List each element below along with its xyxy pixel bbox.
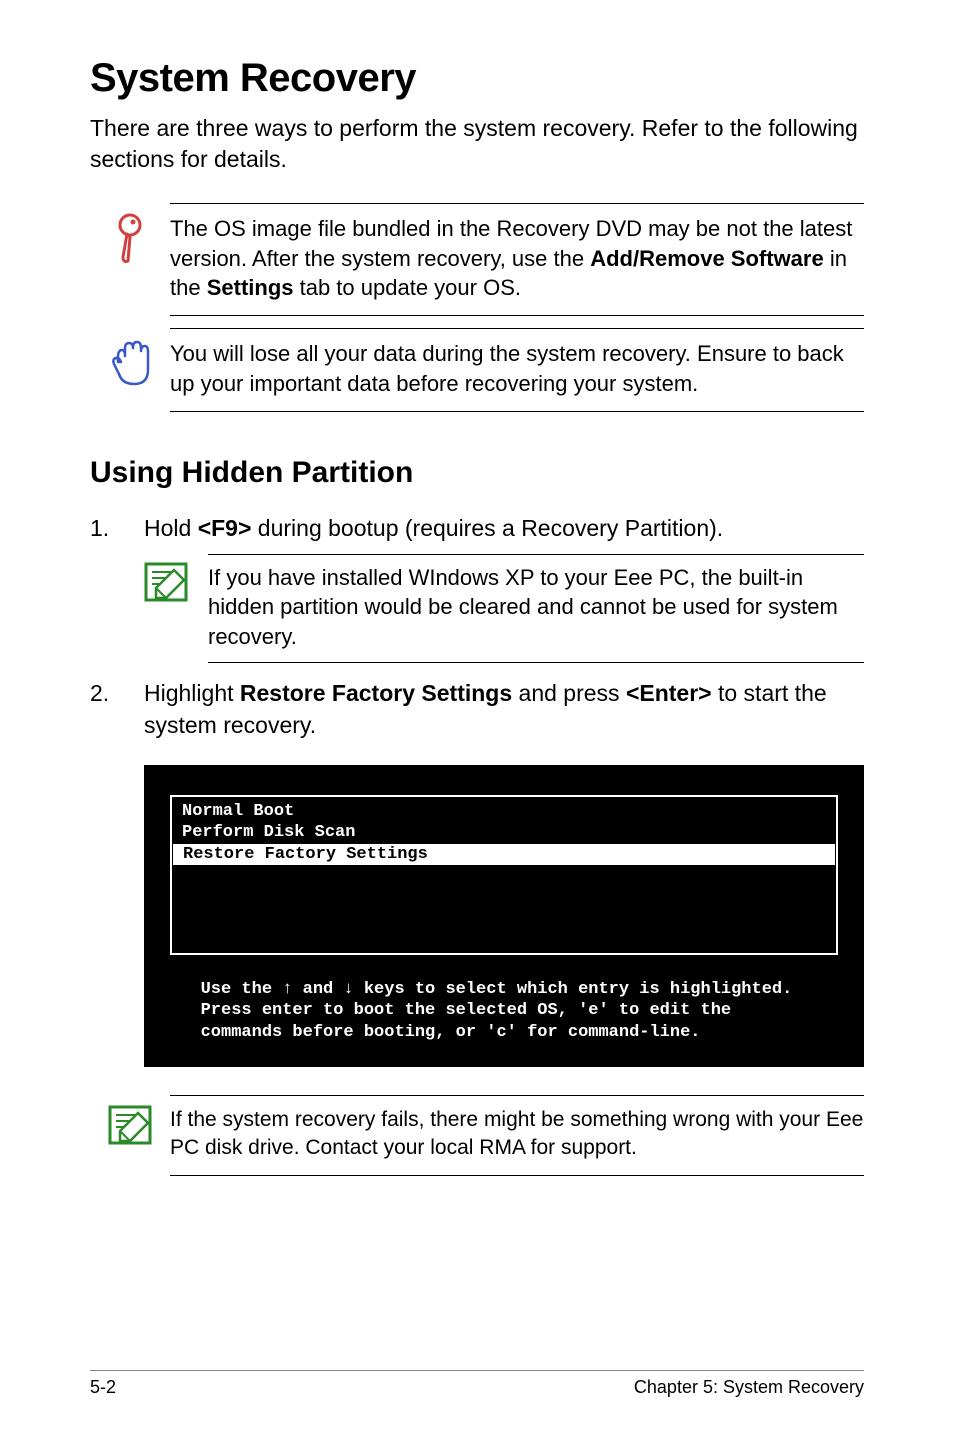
intro-paragraph: There are three ways to perform the syst… (90, 113, 864, 175)
note-pencil-icon (144, 562, 188, 663)
callout-note-windows-xp: If you have installed WIndows XP to your… (144, 554, 864, 663)
step-number: 1. (90, 512, 144, 544)
step-bold: Restore Factory Settings (240, 680, 512, 706)
callout-text: tab to update your OS. (294, 275, 521, 300)
section-heading: Using Hidden Partition (90, 456, 864, 490)
callout-text: You will lose all your data during the s… (170, 328, 864, 411)
step-text: and press (512, 680, 626, 706)
note-pencil-icon (108, 1105, 152, 1176)
step-number: 2. (90, 677, 144, 741)
boot-menu-item: Perform Disk Scan (172, 822, 836, 843)
callout-text: If you have installed WIndows XP to your… (208, 554, 864, 663)
step-2: 2. Highlight Restore Factory Settings an… (90, 677, 864, 741)
footer-page-number: 5-2 (90, 1377, 116, 1398)
callout-note-recovery-fail: If the system recovery fails, there migh… (90, 1095, 864, 1176)
callout-bold: Add/Remove Software (590, 246, 824, 271)
callout-text: If the system recovery fails, there migh… (170, 1095, 864, 1176)
callout-tip-recovery-dvd: The OS image file bundled in the Recover… (90, 203, 864, 316)
step-1: 1. Hold <F9> during bootup (requires a R… (90, 512, 864, 544)
step-key: <F9> (198, 515, 252, 541)
boot-menu-item-selected: Restore Factory Settings (173, 844, 835, 865)
callout-bold: Settings (207, 275, 294, 300)
step-key: <Enter> (626, 680, 712, 706)
page-footer: 5-2 Chapter 5: System Recovery (90, 1370, 864, 1398)
terminal-help-text: Use the ↑ and ↓ keys to select which ent… (170, 979, 838, 1043)
callout-warning-data-loss: You will lose all your data during the s… (90, 328, 864, 411)
hand-stop-icon (108, 338, 152, 411)
page-title: System Recovery (90, 56, 864, 101)
footer-chapter: Chapter 5: System Recovery (634, 1377, 864, 1398)
terminal-screenshot: Normal Boot Perform Disk Scan Restore Fa… (144, 765, 864, 1067)
boot-menu-box: Normal Boot Perform Disk Scan Restore Fa… (170, 795, 838, 955)
boot-menu-item: Normal Boot (172, 801, 836, 822)
pin-icon (112, 213, 148, 316)
step-text: during bootup (requires a Recovery Parti… (251, 515, 723, 541)
step-text: Hold (144, 515, 198, 541)
step-text: Highlight (144, 680, 240, 706)
